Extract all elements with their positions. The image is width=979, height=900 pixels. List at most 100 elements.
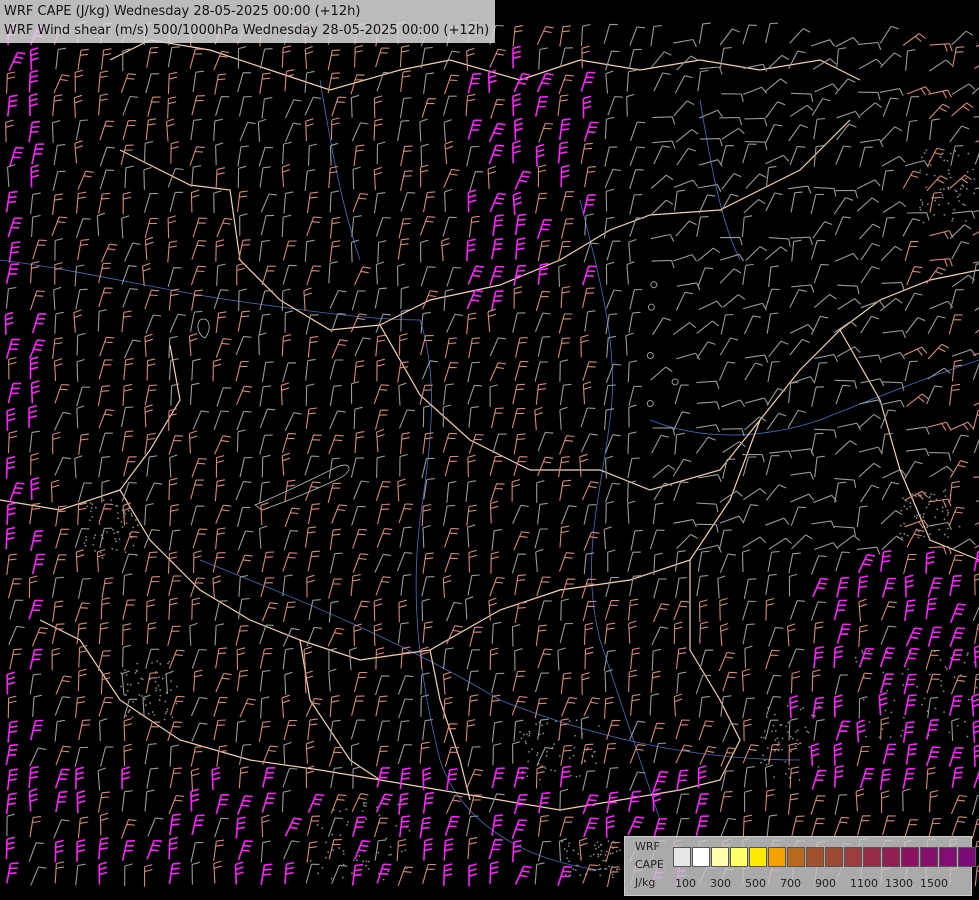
stipple-dot [964, 204, 966, 206]
stipple-dot [115, 541, 117, 543]
stipple-dot [885, 710, 887, 712]
stipple-dot [317, 873, 319, 875]
stipple-dot [125, 715, 127, 717]
stipple-dot [561, 841, 563, 843]
stipple-dot [959, 194, 961, 196]
stipple-dot [882, 672, 884, 674]
stipple-dot [762, 754, 764, 756]
stipple-dot [85, 545, 87, 547]
stipple-dot [935, 707, 937, 709]
stipple-dot [162, 678, 164, 680]
stipple-dot [95, 507, 97, 509]
stipple-dot [590, 855, 592, 857]
stipple-dot [948, 203, 950, 205]
stipple-dot [912, 499, 914, 501]
stipple-dot [764, 730, 766, 732]
stipple-dot [943, 491, 945, 493]
stipple-dot [100, 534, 102, 536]
stipple-dot [91, 503, 93, 505]
stipple-dot [947, 160, 949, 162]
stipple-dot [126, 674, 128, 676]
legend-field-label: CAPE [635, 858, 664, 871]
stipple-dot [598, 868, 600, 870]
stipple-dot [785, 725, 787, 727]
stipple-dot [950, 153, 952, 155]
stipple-dot [973, 178, 975, 180]
stipple-dot [140, 678, 142, 680]
stipple-dot [923, 513, 925, 515]
stipple-dot [906, 508, 908, 510]
stipple-dot [881, 728, 883, 730]
stipple-dot [945, 489, 947, 491]
stipple-dot [310, 860, 312, 862]
stipple-dot [575, 869, 577, 871]
stipple-dot [766, 764, 768, 766]
legend-color-scale [673, 847, 977, 867]
stipple-dot [940, 680, 942, 682]
stipple-dot [799, 779, 801, 781]
stipple-dot [916, 686, 918, 688]
stipple-dot [331, 834, 333, 836]
stipple-dot [539, 779, 541, 781]
stipple-dot [775, 730, 777, 732]
legend-swatch [882, 847, 900, 867]
stipple-dot [593, 854, 595, 856]
stipple-dot [965, 220, 967, 222]
stipple-dot [170, 680, 172, 682]
stipple-dot [118, 531, 120, 533]
stipple-dot [566, 850, 568, 852]
stipple-dot [967, 652, 969, 654]
legend-swatch [806, 847, 824, 867]
stipple-dot [141, 695, 143, 697]
stipple-dot [347, 821, 349, 823]
stipple-dot [606, 851, 608, 853]
stipple-dot [542, 733, 544, 735]
stipple-dot [619, 868, 621, 870]
stipple-dot [893, 700, 895, 702]
legend-swatch [863, 847, 881, 867]
stipple-dot [808, 732, 810, 734]
stipple-dot [903, 523, 905, 525]
stipple-dot [868, 650, 870, 652]
stipple-dot [91, 507, 93, 509]
stipple-dot [612, 876, 614, 878]
legend-model-label: WRF [635, 840, 660, 853]
stipple-dot [99, 523, 101, 525]
stipple-dot [946, 668, 948, 670]
stipple-dot [550, 769, 552, 771]
stipple-dot [957, 196, 959, 198]
stipple-dot [593, 751, 595, 753]
stipple-dot [168, 661, 170, 663]
legend-swatch [844, 847, 862, 867]
stipple-dot [940, 685, 942, 687]
legend-units-label: J/kg [635, 876, 655, 889]
stipple-dot [112, 529, 114, 531]
stipple-dot [339, 834, 341, 836]
stipple-dot [167, 663, 169, 665]
stipple-dot [612, 852, 614, 854]
stipple-dot [351, 872, 353, 874]
stipple-dot [616, 850, 618, 852]
stipple-dot [555, 720, 557, 722]
stipple-dot [797, 743, 799, 745]
stipple-dot [929, 496, 931, 498]
stipple-dot [938, 204, 940, 206]
stipple-dot [962, 203, 964, 205]
stipple-dot [362, 861, 364, 863]
stipple-dot [166, 711, 168, 713]
stipple-dot [365, 865, 367, 867]
stipple-dot [124, 669, 126, 671]
stipple-dot [902, 673, 904, 675]
stipple-dot [944, 534, 946, 536]
stipple-dot [926, 186, 928, 188]
stipple-dot [797, 729, 799, 731]
legend-tick: 300 [710, 877, 731, 890]
stipple-dot [604, 868, 606, 870]
stipple-dot [784, 761, 786, 763]
stipple-dot [132, 716, 134, 718]
stipple-dot [767, 747, 769, 749]
stipple-dot [553, 743, 555, 745]
stipple-dot [942, 197, 944, 199]
stipple-dot [130, 684, 132, 686]
stipple-dot [155, 681, 157, 683]
